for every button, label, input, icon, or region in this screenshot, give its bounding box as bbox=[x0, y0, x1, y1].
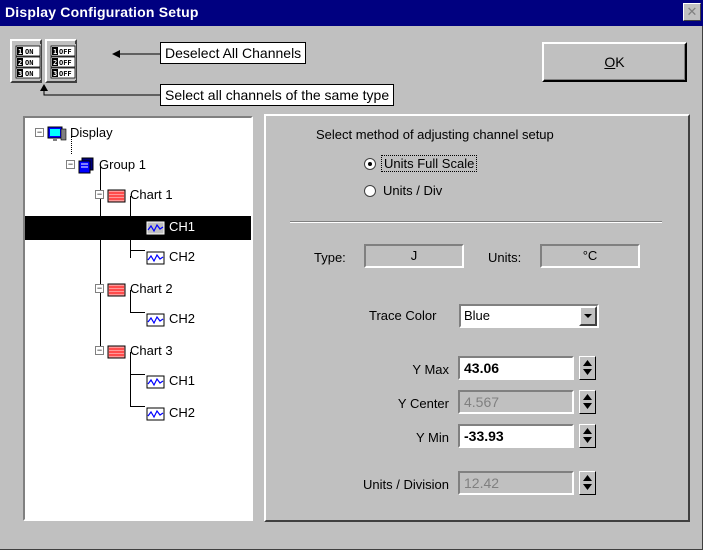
tree-label-chart-2-ch2: CH2 bbox=[169, 311, 196, 326]
tree-node-chart-1-ch2[interactable]: CH2 bbox=[146, 246, 198, 268]
chart-icon bbox=[107, 345, 126, 359]
tree-label-display: Display bbox=[70, 125, 113, 140]
expander-group-1[interactable]: − bbox=[66, 160, 75, 169]
spinner-arrows-icon bbox=[583, 428, 592, 443]
chart-icon bbox=[107, 283, 126, 297]
ok-label-mnemonic: O bbox=[604, 54, 616, 70]
ymin-input[interactable]: -33.93 bbox=[458, 424, 574, 448]
ymin-label: Y Min bbox=[416, 430, 449, 445]
ymin-spinner[interactable] bbox=[579, 424, 596, 448]
tree-node-chart-3-ch2[interactable]: CH2 bbox=[146, 402, 198, 424]
units-division-input[interactable]: 12.42 bbox=[458, 471, 574, 495]
type-label: Type: bbox=[314, 250, 346, 265]
dropdown-button[interactable] bbox=[579, 306, 597, 326]
units-value: °C bbox=[540, 244, 640, 268]
trace-icon bbox=[146, 375, 165, 389]
trace-icon bbox=[146, 313, 165, 327]
ymax-input[interactable]: 43.06 bbox=[458, 356, 574, 380]
radio-dot bbox=[368, 162, 372, 166]
callout-select-same-type: Select all channels of the same type bbox=[160, 84, 395, 106]
tree-node-chart-2[interactable]: Chart 2 bbox=[107, 278, 176, 300]
chevron-down-icon bbox=[584, 314, 592, 318]
callout-deselect-all: Deselect All Channels bbox=[160, 42, 307, 64]
trace-color-select[interactable]: Blue bbox=[459, 304, 599, 328]
tree-node-chart-3-ch1[interactable]: CH1 bbox=[146, 370, 198, 392]
radio-circle-units-div[interactable] bbox=[364, 185, 376, 197]
tree-label-chart-3: Chart 3 bbox=[130, 343, 173, 358]
tree-label-chart-1: Chart 1 bbox=[130, 187, 173, 202]
expander-chart-2[interactable]: − bbox=[95, 284, 104, 293]
tree-label-chart-1-ch2: CH2 bbox=[169, 249, 196, 264]
channel-settings-panel: Select method of adjusting channel setup… bbox=[264, 114, 690, 522]
expander-chart-1[interactable]: − bbox=[95, 190, 104, 199]
method-heading: Select method of adjusting channel setup bbox=[316, 127, 554, 142]
tree-node-chart-1[interactable]: Chart 1 bbox=[107, 184, 176, 206]
units-label: Units: bbox=[488, 250, 522, 265]
trace-icon bbox=[146, 221, 165, 235]
radio-circle-units-full-scale[interactable] bbox=[364, 158, 376, 170]
ok-label-rest: K bbox=[615, 54, 625, 70]
spinner-arrows-icon bbox=[583, 475, 592, 490]
trace-color-value: Blue bbox=[464, 308, 491, 323]
trace-icon bbox=[146, 251, 165, 265]
expander-display[interactable]: − bbox=[35, 128, 44, 137]
group-icon bbox=[78, 157, 94, 174]
radio-label-units-full-scale: Units Full Scale bbox=[381, 155, 478, 172]
tree-node-chart-1-ch1[interactable]: CH1 bbox=[25, 216, 251, 240]
tree-node-chart-3[interactable]: Chart 3 bbox=[107, 340, 176, 362]
units-division-spinner[interactable] bbox=[579, 471, 596, 495]
ok-button[interactable]: OK bbox=[542, 42, 687, 82]
spinner-arrows-icon bbox=[583, 394, 592, 409]
ycenter-label: Y Center bbox=[397, 396, 449, 411]
type-value: J bbox=[364, 244, 464, 268]
trace-icon bbox=[146, 407, 165, 421]
tree-node-chart-2-ch2[interactable]: CH2 bbox=[146, 308, 198, 330]
tree-node-group-1[interactable]: Group 1 bbox=[78, 154, 149, 176]
ycenter-input[interactable]: 4.567 bbox=[458, 390, 574, 414]
tree-label-group-1: Group 1 bbox=[99, 157, 146, 172]
tree-label-chart-2: Chart 2 bbox=[130, 281, 173, 296]
radio-label-units-div: Units / Div bbox=[383, 183, 443, 198]
spinner-arrows-icon bbox=[583, 360, 592, 375]
dialog-window: Display Configuration Setup ✕ 1 ON 2 ON … bbox=[0, 0, 703, 550]
ymax-label: Y Max bbox=[412, 362, 449, 377]
tree-label-chart-1-ch1: CH1 bbox=[166, 216, 199, 238]
chart-icon bbox=[107, 189, 126, 203]
trace-color-label: Trace Color bbox=[369, 308, 437, 323]
units-division-label: Units / Division bbox=[363, 477, 449, 492]
tree-label-chart-3-ch2: CH2 bbox=[169, 405, 196, 420]
monitor-icon bbox=[47, 126, 67, 141]
ymax-spinner[interactable] bbox=[579, 356, 596, 380]
panel-divider bbox=[290, 221, 662, 223]
tree-label-chart-3-ch1: CH1 bbox=[169, 373, 196, 388]
ycenter-spinner[interactable] bbox=[579, 390, 596, 414]
expander-chart-3[interactable]: − bbox=[95, 346, 104, 355]
channel-tree[interactable]: − − − − − Display Group 1 Chart 1 CH1 CH… bbox=[23, 116, 253, 521]
tree-node-display[interactable]: Display bbox=[47, 122, 116, 144]
